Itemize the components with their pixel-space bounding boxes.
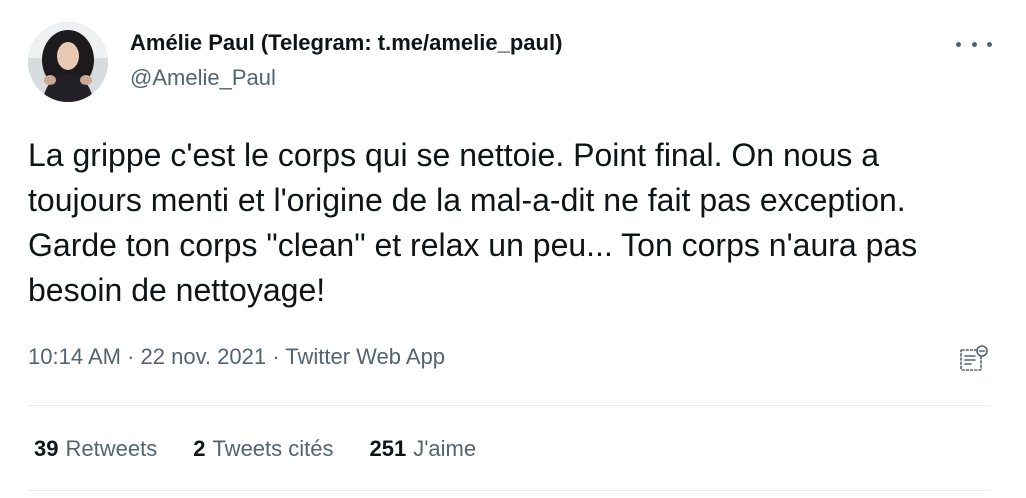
tweet-source[interactable]: Twitter Web App: [285, 344, 445, 369]
dot: [971, 41, 977, 47]
likes-stat[interactable]: 251 J'aime: [370, 436, 477, 462]
dot: [956, 41, 961, 47]
divider: [28, 490, 990, 491]
retweets-count: 39: [34, 436, 59, 461]
avatar-image: [28, 22, 108, 102]
tweet-time[interactable]: 10:14 AM: [28, 344, 121, 369]
tweet-meta: 10:14 AM · 22 nov. 2021 · Twitter Web Ap…: [28, 344, 445, 370]
likes-label: J'aime: [413, 436, 477, 461]
tweet-stats: 39 Retweets 2 Tweets cités 251 J'aime: [34, 436, 476, 462]
author-display-name[interactable]: Amélie Paul (Telegram: t.me/amelie_paul): [130, 30, 562, 56]
more-horizontal-icon[interactable]: [956, 34, 992, 54]
dot: [987, 41, 992, 47]
tweet-date[interactable]: 22 nov. 2021: [141, 344, 267, 369]
author-handle[interactable]: @Amelie_Paul: [130, 65, 276, 91]
meta-separator: ·: [266, 344, 286, 369]
tweet-card: Amélie Paul (Telegram: t.me/amelie_paul)…: [0, 0, 1026, 498]
quote-tweets-stat[interactable]: 2 Tweets cités: [193, 436, 333, 462]
quote-tweets-count: 2: [193, 436, 206, 461]
divider: [28, 405, 990, 406]
likes-count: 251: [369, 436, 407, 461]
tweet-text: La grippe c'est le corps qui se nettoie.…: [28, 137, 918, 308]
analytics-icon[interactable]: [958, 344, 990, 376]
meta-separator: ·: [120, 344, 141, 369]
retweets-stat[interactable]: 39 Retweets: [34, 436, 157, 462]
quote-tweets-label: Tweets cités: [212, 436, 334, 461]
avatar[interactable]: [28, 22, 108, 102]
retweets-label: Retweets: [65, 436, 158, 461]
